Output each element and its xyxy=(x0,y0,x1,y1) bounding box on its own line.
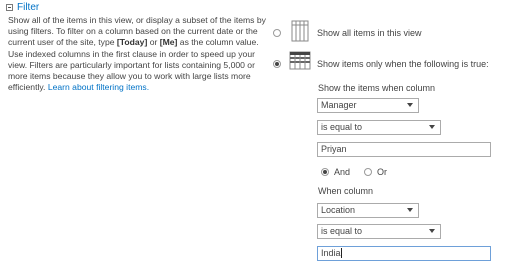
clause2-column-select[interactable]: Location xyxy=(317,203,419,218)
collapse-icon[interactable] xyxy=(6,4,13,11)
chevron-down-icon xyxy=(407,208,413,212)
chevron-down-icon xyxy=(429,229,435,233)
clause2-operator-select[interactable]: is equal to xyxy=(317,224,441,239)
clause2-operator-value: is equal to xyxy=(321,226,363,236)
show-filtered-label[interactable]: Show items only when the following is tr… xyxy=(317,59,489,69)
chevron-down-icon xyxy=(429,125,435,129)
clause1-operator-select[interactable]: is equal to xyxy=(317,120,441,135)
chevron-down-icon xyxy=(407,103,413,107)
text-caret xyxy=(340,248,342,258)
table-icon xyxy=(289,20,311,44)
and-label[interactable]: And xyxy=(334,167,350,177)
clause2-column-value: Location xyxy=(321,205,356,215)
or-label[interactable]: Or xyxy=(377,167,387,177)
clause1-value-text: Priyan xyxy=(321,144,347,154)
show-filtered-radio[interactable] xyxy=(273,60,281,68)
clause1-operator-value: is equal to xyxy=(321,122,363,132)
clause2-heading: When column xyxy=(318,186,374,196)
clause2-value-text: India xyxy=(321,248,341,258)
description-or: or xyxy=(147,37,160,48)
clause1-heading: Show the items when column xyxy=(318,83,436,93)
show-all-radio[interactable] xyxy=(273,29,281,37)
clause1-value-input[interactable]: Priyan xyxy=(317,142,491,157)
section-title: Filter xyxy=(17,2,40,13)
filter-description: Show all of the items in this view, or d… xyxy=(8,15,266,93)
filter-section-header[interactable]: Filter xyxy=(6,2,39,13)
clause2-value-input[interactable]: India xyxy=(317,246,491,261)
filtered-table-icon xyxy=(289,51,311,73)
clause1-column-value: Manager xyxy=(321,100,357,110)
or-radio[interactable] xyxy=(364,168,372,176)
and-radio[interactable] xyxy=(321,168,329,176)
clause1-column-select[interactable]: Manager xyxy=(317,98,419,113)
me-token: [Me] xyxy=(159,37,178,48)
today-token: [Today] xyxy=(116,37,148,48)
learn-filtering-link[interactable]: Learn about filtering items. xyxy=(48,82,149,92)
show-all-label[interactable]: Show all items in this view xyxy=(317,28,422,38)
